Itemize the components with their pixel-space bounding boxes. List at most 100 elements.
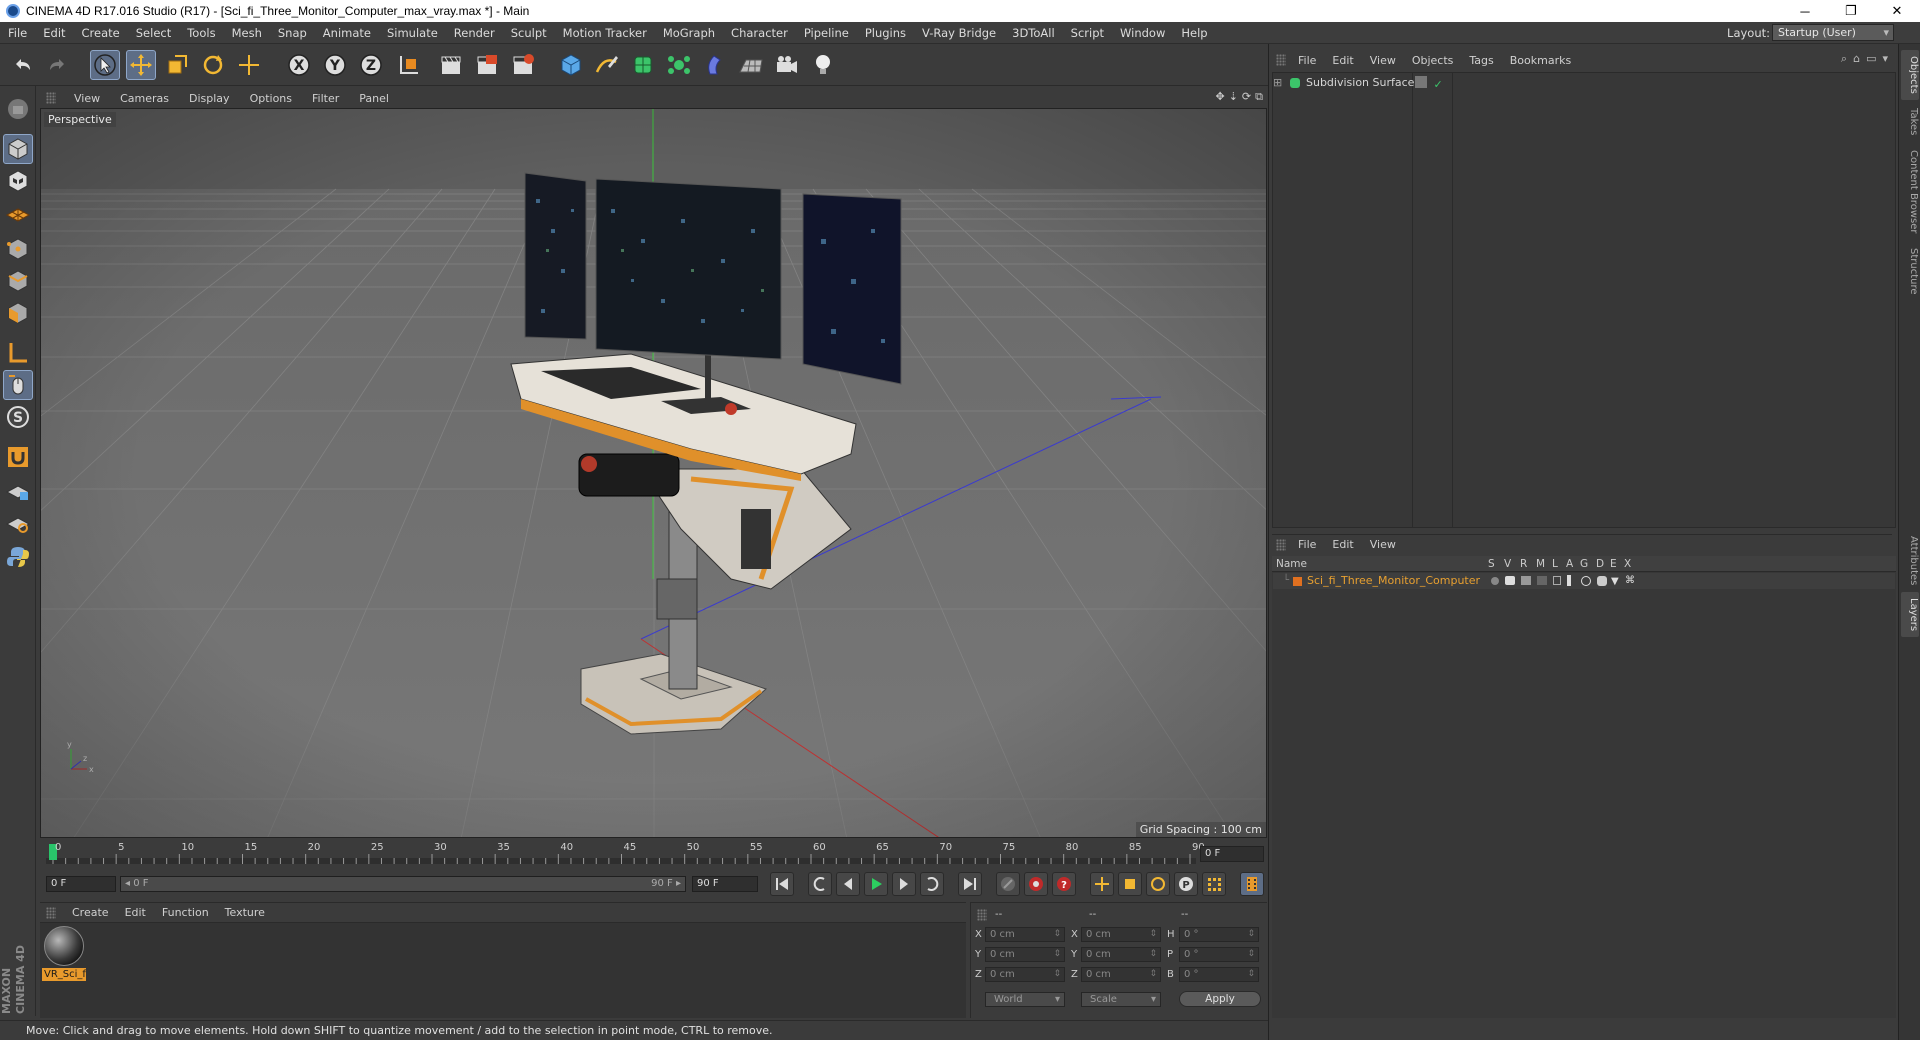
rotation-p-field[interactable]: 0 °: [1179, 947, 1259, 962]
tab-layers[interactable]: Layers: [1901, 592, 1919, 638]
object-menu-tags[interactable]: Tags: [1461, 54, 1501, 67]
go-to-end-button[interactable]: [958, 872, 982, 896]
orbit-view-icon[interactable]: ⟳: [1242, 90, 1251, 104]
tab-content-browser[interactable]: Content Browser: [1901, 144, 1919, 239]
menu-edit[interactable]: Edit: [35, 26, 73, 40]
layer-menu-view[interactable]: View: [1362, 538, 1404, 551]
make-editable-button[interactable]: [3, 94, 33, 124]
key-position-button[interactable]: [1090, 872, 1114, 896]
menu-create[interactable]: Create: [74, 26, 128, 40]
undo-button[interactable]: [8, 50, 38, 80]
key-parameter-button[interactable]: P: [1174, 872, 1198, 896]
layer-col-animation[interactable]: A: [1566, 556, 1573, 572]
layer-col-xref[interactable]: X: [1624, 556, 1631, 572]
subdivision-surface-button[interactable]: [628, 50, 658, 80]
menu-snap[interactable]: Snap: [270, 26, 315, 40]
size-z-field[interactable]: 0 cm: [1081, 967, 1161, 982]
dolly-view-icon[interactable]: ⇣: [1229, 90, 1238, 104]
menu-script[interactable]: Script: [1063, 26, 1112, 40]
maximize-button[interactable]: ❐: [1828, 0, 1874, 22]
python-button[interactable]: [3, 542, 33, 572]
preview-range-slider[interactable]: ◂ 0 F 90 F ▸: [120, 876, 686, 892]
viewport-menu-view[interactable]: View: [64, 92, 110, 105]
go-to-previous-key-button[interactable]: [808, 872, 832, 896]
layer-menu-edit[interactable]: Edit: [1324, 538, 1361, 551]
viewport-camera-label[interactable]: Perspective: [44, 112, 116, 127]
position-z-field[interactable]: 0 cm: [985, 967, 1065, 982]
size-mode-select[interactable]: Scale: [1081, 992, 1161, 1007]
go-to-next-frame-button[interactable]: [892, 872, 916, 896]
position-x-field[interactable]: 0 cm: [985, 927, 1065, 942]
rotation-h-field[interactable]: 0 °: [1179, 927, 1259, 942]
last-tool[interactable]: [234, 50, 264, 80]
lock-icon[interactable]: [1553, 576, 1561, 585]
z-axis-lock[interactable]: Z: [356, 50, 386, 80]
start-frame-field[interactable]: 0 F: [46, 876, 116, 892]
material-menu-texture[interactable]: Texture: [217, 906, 273, 919]
tab-takes[interactable]: Takes: [1901, 102, 1919, 141]
menu-simulate[interactable]: Simulate: [379, 26, 446, 40]
layer-name[interactable]: Sci_fi_Three_Monitor_Computer: [1307, 573, 1480, 589]
end-frame-field[interactable]: 90 F: [692, 876, 758, 892]
toggle-view-icon[interactable]: ⧉: [1255, 90, 1263, 104]
timeline-ruler[interactable]: 0 5 10 15 20 25 30 35 40 45 50 55 60 65 70 75 80 85 90: [40, 840, 1267, 866]
play-forwards-button[interactable]: [864, 872, 888, 896]
enabled-check-icon[interactable]: ✓: [1434, 78, 1443, 91]
camera-button[interactable]: [772, 50, 802, 80]
size-x-field[interactable]: 0 cm: [1081, 927, 1161, 942]
y-axis-lock[interactable]: Y: [320, 50, 350, 80]
floor-button[interactable]: [736, 50, 766, 80]
record-motion-button[interactable]: [996, 872, 1020, 896]
render-settings-button[interactable]: [508, 50, 538, 80]
viewport-menu-panel[interactable]: Panel: [349, 92, 399, 105]
workplane-mode-button[interactable]: [3, 198, 33, 228]
manager-toggle-icon[interactable]: [1537, 576, 1547, 585]
viewport-menu-display[interactable]: Display: [179, 92, 240, 105]
menu-3dtoall[interactable]: 3DToAll: [1004, 26, 1063, 40]
search-icon[interactable]: ⌕: [1841, 52, 1847, 66]
menu-pipeline[interactable]: Pipeline: [796, 26, 857, 40]
layer-menu-file[interactable]: File: [1290, 538, 1324, 551]
layer-col-locked[interactable]: L: [1552, 556, 1558, 572]
spline-pen-button[interactable]: [592, 50, 622, 80]
key-scale-button[interactable]: [1118, 872, 1142, 896]
record-active-objects-button[interactable]: [1024, 872, 1048, 896]
viewport-menu-filter[interactable]: Filter: [302, 92, 349, 105]
menu-vray-bridge[interactable]: V-Ray Bridge: [914, 26, 1004, 40]
autokeying-button[interactable]: ?: [1052, 872, 1076, 896]
pan-view-icon[interactable]: ✥: [1215, 90, 1224, 104]
rotate-tool[interactable]: [198, 50, 228, 80]
object-list[interactable]: [1272, 72, 1896, 528]
material-menu-create[interactable]: Create: [64, 906, 117, 919]
layer-row[interactable]: └ Sci_fi_Three_Monitor_Computer ▼ ⌘: [1273, 573, 1895, 589]
position-y-field[interactable]: 0 cm: [985, 947, 1065, 962]
menu-tools[interactable]: Tools: [179, 26, 223, 40]
live-selection-tool[interactable]: [90, 50, 120, 80]
model-mode-button[interactable]: [3, 134, 33, 164]
menu-sculpt[interactable]: Sculpt: [503, 26, 555, 40]
scale-tool[interactable]: [162, 50, 192, 80]
snap-button[interactable]: S: [3, 402, 33, 432]
menu-mesh[interactable]: Mesh: [224, 26, 270, 40]
menu-motion-tracker[interactable]: Motion Tracker: [555, 26, 655, 40]
viewport-menu-options[interactable]: Options: [240, 92, 302, 105]
deformer-button[interactable]: [700, 50, 730, 80]
panel-menu-icon[interactable]: ▾: [1882, 52, 1888, 66]
render-view-button[interactable]: [436, 50, 466, 80]
locked-workplane-button[interactable]: [3, 476, 33, 506]
render-toggle-icon[interactable]: [1521, 576, 1531, 585]
layer-color-swatch[interactable]: [1293, 577, 1302, 586]
tweak-mode-button[interactable]: [3, 370, 33, 400]
layer-col-deformers[interactable]: D: [1596, 556, 1604, 572]
render-to-picture-viewer-button[interactable]: [472, 50, 502, 80]
deformer-toggle-icon[interactable]: [1597, 576, 1607, 586]
perspective-viewport[interactable]: y x z: [40, 108, 1267, 838]
object-menu-file[interactable]: File: [1290, 54, 1324, 67]
layer-col-generators[interactable]: G: [1580, 556, 1588, 572]
layer-col-expressions[interactable]: E: [1610, 556, 1617, 572]
close-button[interactable]: ✕: [1874, 0, 1920, 22]
menu-character[interactable]: Character: [723, 26, 796, 40]
animation-toggle-icon[interactable]: [1567, 575, 1571, 586]
menu-window[interactable]: Window: [1112, 26, 1173, 40]
current-frame-field[interactable]: 0 F: [1200, 846, 1264, 862]
